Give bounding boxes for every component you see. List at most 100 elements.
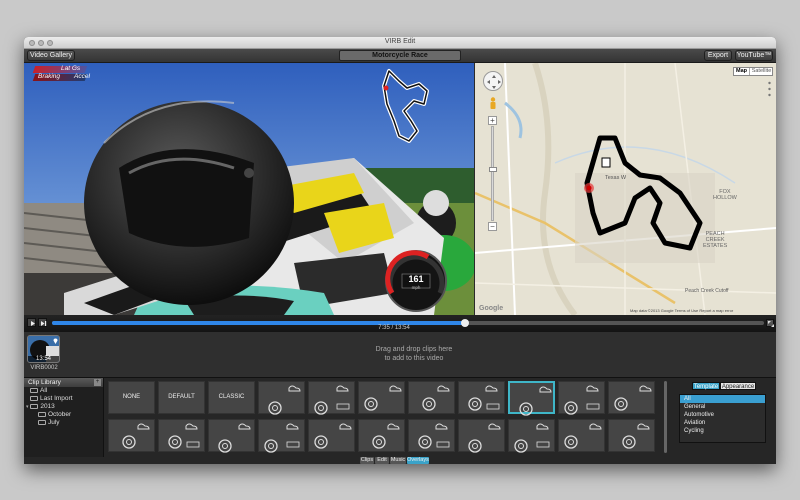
pan-control[interactable] — [483, 71, 503, 91]
map-label-cutoff: Peach Creek Cutoff — [685, 288, 729, 294]
zoom-slider[interactable] — [489, 126, 497, 221]
gauge-preview-icon — [564, 385, 600, 415]
disclosure-triangle-icon[interactable]: ▾ — [26, 404, 29, 410]
zoom-out-button[interactable]: − — [488, 222, 497, 231]
template-tile[interactable] — [608, 381, 655, 414]
template-tile-label: DEFAULT — [168, 394, 195, 400]
step-forward-button[interactable] — [38, 318, 47, 327]
category-automotive[interactable]: Automotive — [680, 411, 765, 419]
folder-icon — [30, 387, 38, 393]
map-attribution[interactable]: Map data ©2013 Google Terms of Use Repor… — [630, 308, 733, 313]
gauge-preview-icon — [122, 423, 150, 449]
template-tile[interactable] — [158, 419, 205, 452]
play-button[interactable] — [27, 318, 36, 327]
template-tile[interactable] — [458, 381, 505, 414]
library-item-all[interactable]: All — [24, 387, 103, 395]
map-tab[interactable]: Map — [734, 68, 749, 75]
playback-bar: 7:35 / 13:54 — [24, 315, 776, 332]
template-tile[interactable] — [258, 419, 305, 453]
clip-library-title: Clip Library — [28, 379, 61, 386]
template-tile[interactable] — [508, 381, 555, 416]
template-tile[interactable] — [258, 381, 305, 415]
project-title[interactable]: Motorcycle Race — [339, 50, 461, 61]
clip-duration: 13:54 — [28, 356, 59, 362]
template-tile[interactable] — [558, 381, 605, 415]
clip-thumbnail[interactable]: 13:54 — [27, 335, 60, 363]
library-item-july[interactable]: July — [24, 419, 103, 427]
clip-library: Clip Library + All Last Import ▾ 2013 Oc… — [24, 378, 104, 457]
clip-timeline[interactable]: 13:54 VIRB0002 Drag and drop clips here … — [24, 332, 776, 377]
gauge-preview-icon — [364, 385, 402, 411]
gauge-preview-icon — [418, 423, 450, 449]
category-aviation[interactable]: Aviation — [680, 419, 765, 427]
template-tile-default[interactable]: DEFAULT — [158, 381, 205, 414]
template-tile-classic[interactable]: CLASSIC — [208, 381, 255, 414]
fullscreen-icon — [768, 321, 774, 327]
category-all[interactable]: All — [680, 395, 765, 403]
youtube-button[interactable]: YouTube™ — [735, 50, 773, 61]
satellite-tab[interactable]: Satellite — [749, 68, 773, 75]
template-tile[interactable] — [608, 419, 655, 452]
map-label-fox-hollow: FOX HOLLOW — [713, 189, 737, 201]
gauge-preview-icon — [168, 423, 200, 449]
folder-icon — [30, 395, 38, 401]
video-gallery-button[interactable]: Video Gallery — [27, 50, 75, 61]
timeline-playhead[interactable] — [460, 319, 469, 327]
play-icon — [31, 321, 35, 326]
video-preview[interactable]: Lat Gs Braking Accel 161 mph — [24, 63, 474, 315]
template-filter-panel: Template Appearance All General Automoti… — [674, 381, 772, 453]
gauge-preview-icon — [264, 423, 300, 453]
category-cycling[interactable]: Cycling — [680, 427, 765, 435]
tab-music[interactable]: Music — [390, 457, 406, 464]
add-folder-button[interactable]: + — [94, 379, 101, 386]
tab-overlays[interactable]: Overlays — [407, 457, 429, 464]
library-item-last-import[interactable]: Last Import — [24, 395, 103, 403]
pegman-icon[interactable] — [489, 97, 497, 109]
fullscreen-button[interactable] — [766, 319, 774, 327]
tab-edit[interactable]: Edit — [375, 457, 389, 464]
library-item-october[interactable]: October — [24, 411, 103, 419]
more-options-icon[interactable] — [768, 81, 771, 97]
template-tile-none[interactable]: NONE — [108, 381, 155, 414]
gauge-preview-icon — [314, 385, 350, 415]
template-tile[interactable] — [108, 419, 155, 452]
category-general[interactable]: General — [680, 403, 765, 411]
template-segment[interactable]: Template — [692, 382, 720, 390]
gauge-preview-icon — [514, 423, 550, 453]
template-tile[interactable] — [308, 381, 355, 415]
gauge-preview-icon — [372, 423, 400, 449]
map-view[interactable]: Texas W FOX HOLLOW PEACH CREEK ESTATES Peac… — [475, 63, 776, 315]
braking-label: Braking — [38, 73, 61, 80]
template-tile[interactable] — [458, 419, 505, 453]
template-tile[interactable] — [308, 419, 355, 452]
zoom-slider-handle[interactable] — [489, 167, 497, 172]
tab-clips[interactable]: Clips — [360, 457, 374, 464]
template-tile[interactable] — [408, 381, 455, 414]
template-tile[interactable] — [558, 419, 605, 452]
template-tile[interactable] — [408, 419, 455, 452]
appearance-segment[interactable]: Appearance — [720, 382, 756, 390]
zoom-in-button[interactable]: + — [488, 116, 497, 125]
overlay-template-grid: NONE DEFAULT CLASSIC — [108, 381, 656, 457]
gauge-preview-icon — [422, 385, 450, 411]
bottom-panel: Clip Library + All Last Import ▾ 2013 Oc… — [24, 377, 776, 464]
template-tile[interactable] — [358, 381, 405, 414]
pan-arrows-icon — [487, 75, 501, 89]
template-tile[interactable] — [358, 419, 405, 452]
timecode: 7:35 / 13:54 — [378, 325, 410, 331]
gauge-preview-icon — [564, 423, 602, 449]
map-type-toggle: Map Satellite — [733, 67, 773, 76]
template-grid-scrollbar[interactable] — [664, 381, 667, 453]
speed-value: 161 — [408, 274, 424, 284]
lat-gs-label: Lat Gs — [61, 65, 81, 72]
template-tile[interactable] — [208, 419, 255, 453]
speed-unit: mph — [411, 285, 421, 290]
app-window: VIRB Edit Video Gallery Motorcycle Race … — [24, 37, 776, 464]
gauge-preview-icon — [519, 386, 552, 416]
folder-icon — [30, 403, 39, 409]
library-item-2013[interactable]: ▾ 2013 — [24, 403, 103, 411]
gauge-preview-icon — [218, 423, 251, 453]
template-tile[interactable] — [508, 419, 555, 453]
template-tile-label: NONE — [122, 394, 141, 400]
export-button[interactable]: Export — [704, 50, 732, 61]
